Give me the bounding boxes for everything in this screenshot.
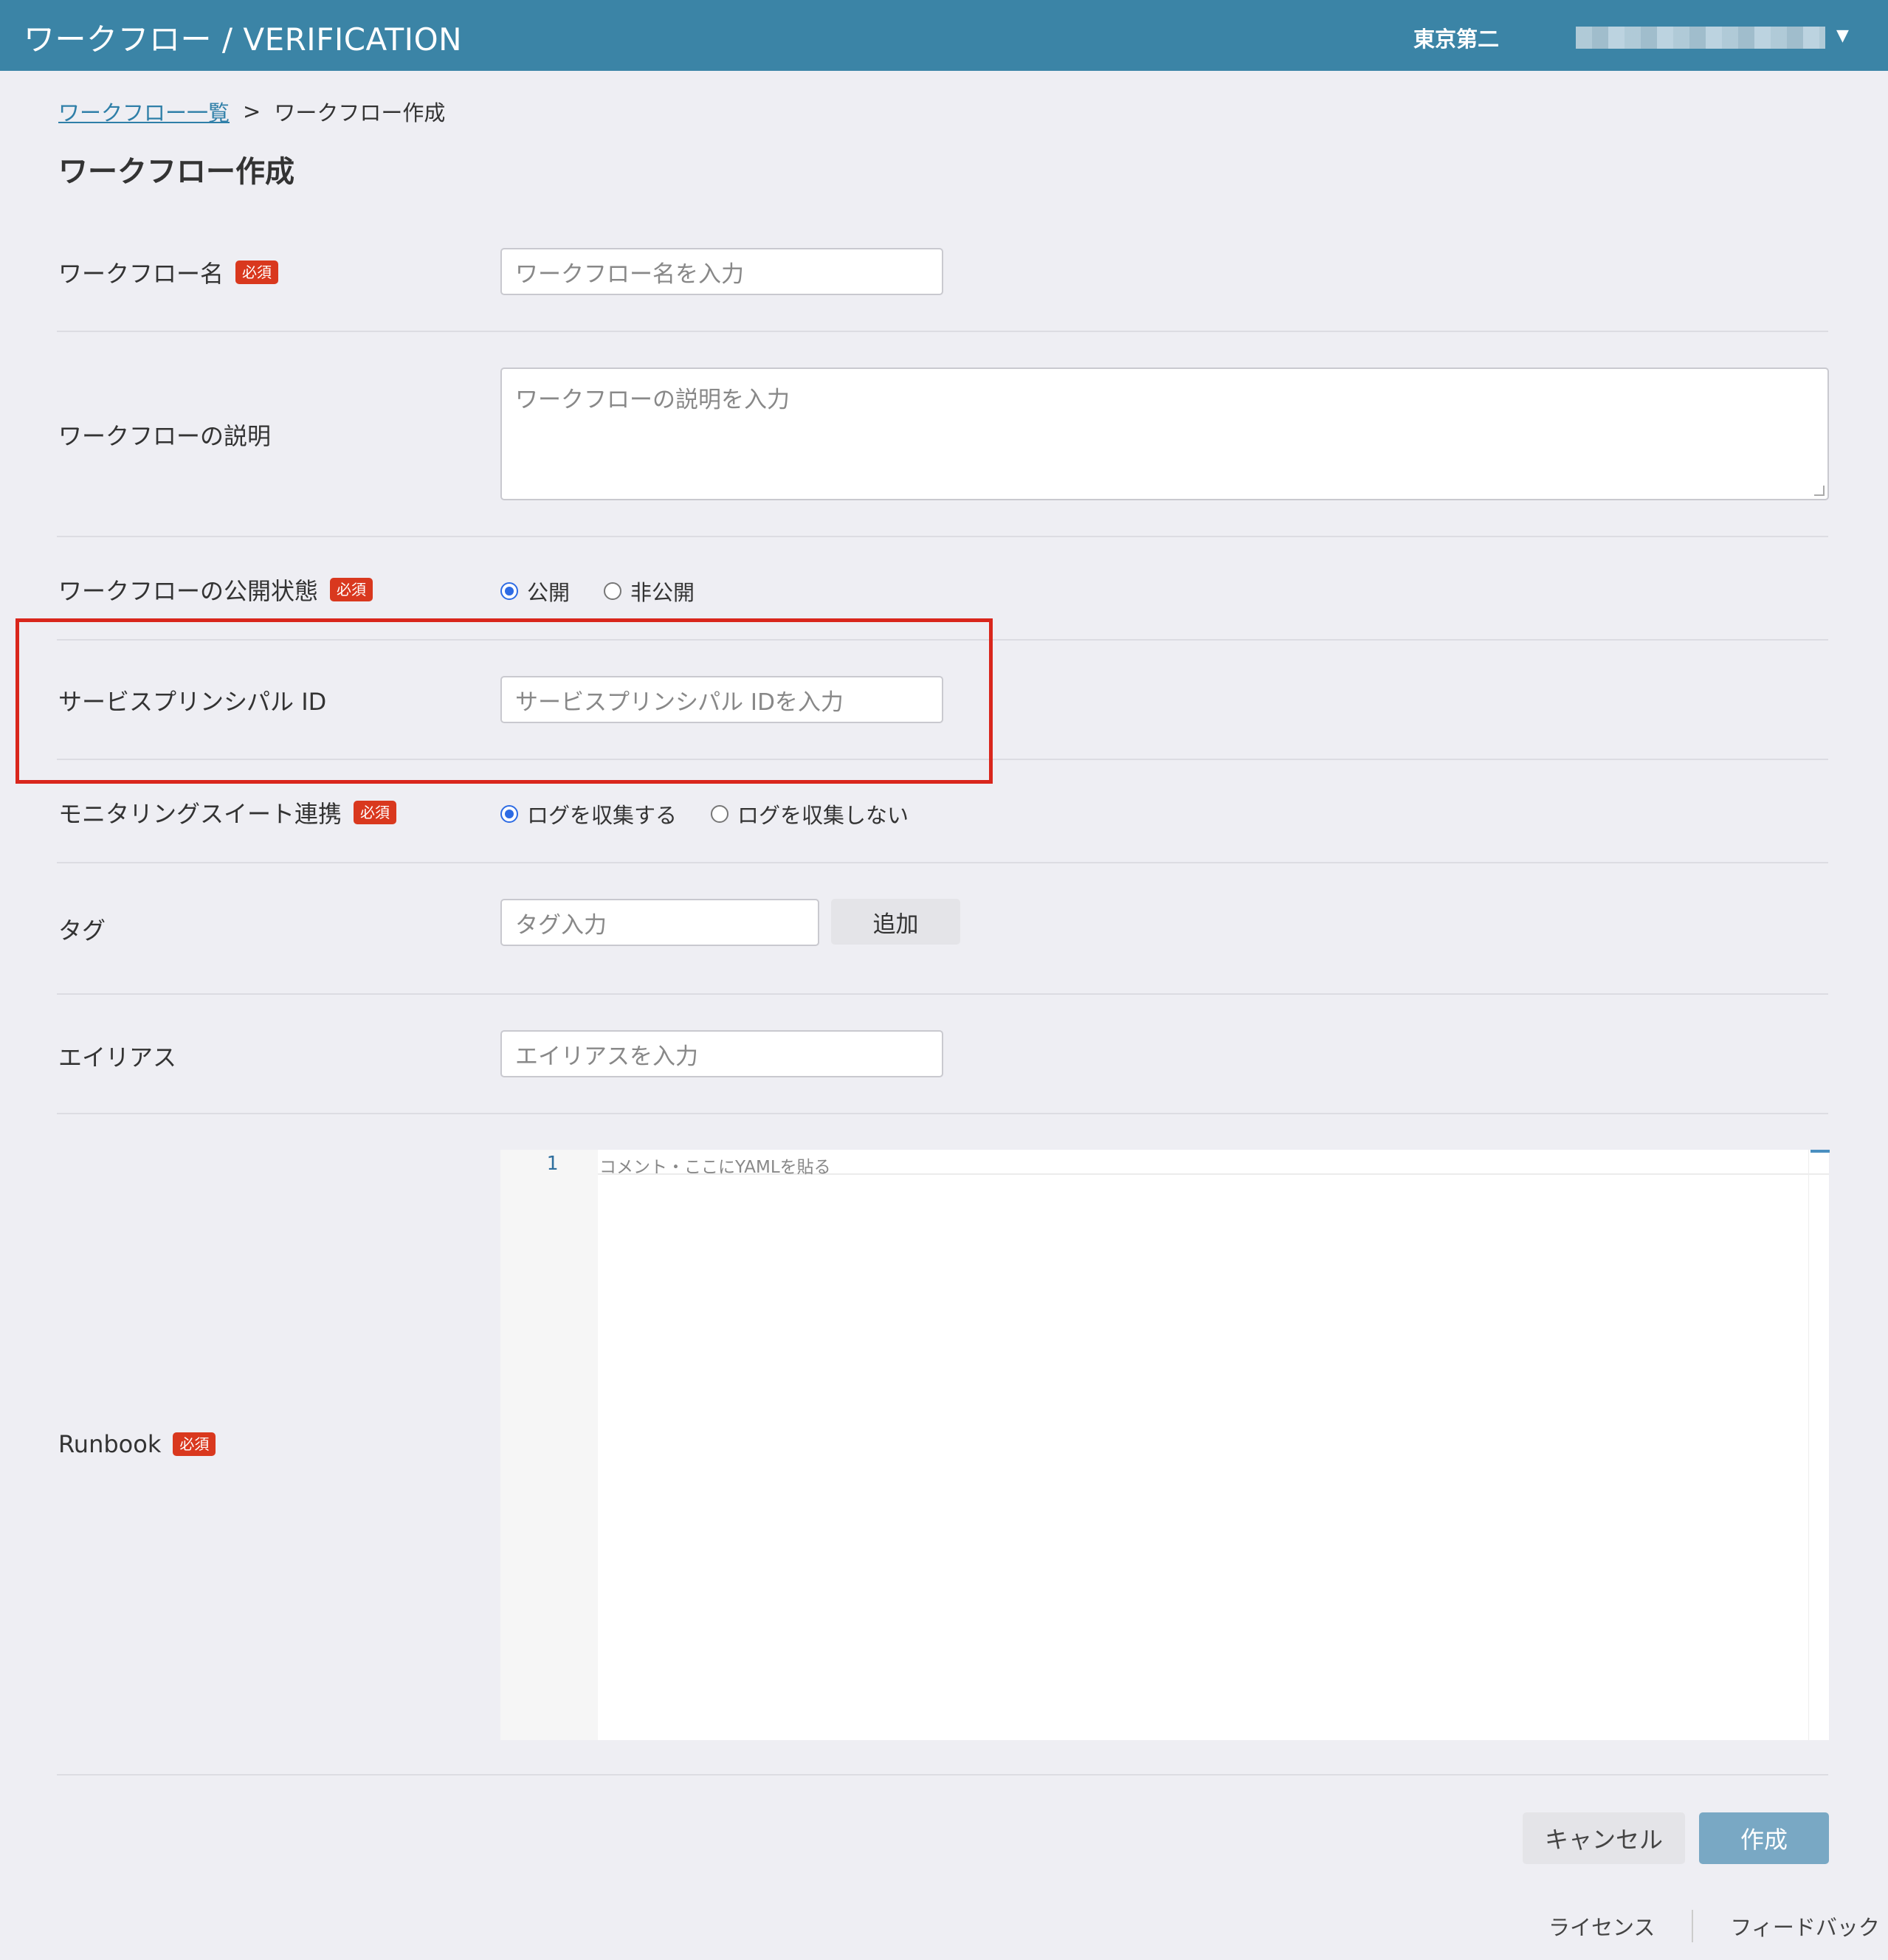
- user-menu-blurred[interactable]: [1576, 27, 1825, 49]
- required-badge: 必須: [173, 1432, 216, 1456]
- scrollbar-thumb[interactable]: [1811, 1150, 1830, 1153]
- app-title: ワークフロー / VERIFICATION: [24, 21, 463, 58]
- monitoring-option-no-collect-label: ログを収集しない: [737, 803, 909, 828]
- monitoring-option-collect-label: ログを収集する: [527, 803, 678, 828]
- radio-unchecked-icon[interactable]: [604, 582, 622, 600]
- monitoring-option-collect[interactable]: ログを収集する: [500, 798, 677, 829]
- divider: [57, 993, 1828, 995]
- divider: [57, 862, 1828, 863]
- divider: [57, 536, 1828, 537]
- footer-links: ライセンス フィードバック: [1548, 1910, 1880, 1942]
- top-header: ワークフロー / VERIFICATION 東京第二 ▼: [0, 0, 1888, 71]
- divider: [57, 1113, 1828, 1114]
- visibility-option-public[interactable]: 公開: [500, 576, 570, 607]
- alias-label: エイリアス: [58, 1039, 176, 1073]
- required-badge: 必須: [235, 260, 279, 284]
- tags-label: タグ: [58, 912, 106, 946]
- monitoring-label: モニタリングスイート連携 必須: [58, 796, 397, 829]
- editor-placeholder: コメント・ここにYAMLを貼る: [599, 1158, 831, 1177]
- required-badge: 必須: [354, 801, 397, 824]
- runbook-yaml-editor[interactable]: 1 コメント・ここにYAMLを貼る: [500, 1150, 1830, 1740]
- resize-handle-icon[interactable]: [1814, 486, 1825, 496]
- workflow-name-input[interactable]: ワークフロー名を入力: [500, 248, 943, 295]
- breadcrumb: ワークフロー一覧 > ワークフロー作成: [58, 96, 445, 127]
- radio-unchecked-icon[interactable]: [711, 805, 729, 823]
- breadcrumb-workflow-list-link[interactable]: ワークフロー一覧: [58, 96, 230, 127]
- workflow-name-label-text: ワークフロー名: [58, 260, 224, 288]
- monitoring-label-text: モニタリングスイート連携: [58, 800, 342, 828]
- visibility-label-text: ワークフローの公開状態: [58, 577, 319, 605]
- region-label: 東京第二: [1413, 27, 1500, 52]
- page-title: ワークフロー作成: [58, 155, 294, 189]
- breadcrumb-current: ワークフロー作成: [274, 100, 446, 125]
- footer-separator: [1692, 1910, 1694, 1942]
- visibility-option-private-label: 非公開: [630, 580, 695, 605]
- divider: [57, 331, 1828, 332]
- radio-checked-icon[interactable]: [500, 582, 518, 600]
- required-badge: 必須: [330, 578, 373, 601]
- tags-label-text: タグ: [58, 917, 106, 945]
- alias-input[interactable]: エイリアスを入力: [500, 1030, 943, 1077]
- radio-checked-icon[interactable]: [500, 805, 518, 823]
- chevron-down-icon[interactable]: ▼: [1836, 27, 1849, 45]
- visibility-label: ワークフローの公開状態 必須: [58, 573, 373, 607]
- editor-scrollbar[interactable]: [1808, 1150, 1830, 1740]
- visibility-option-public-label: 公開: [527, 580, 571, 605]
- create-button[interactable]: 作成: [1699, 1812, 1829, 1864]
- divider: [57, 1774, 1828, 1776]
- workflow-description-placeholder: ワークフローの説明を入力: [515, 387, 790, 413]
- workflow-description-textarea[interactable]: ワークフローの説明を入力: [500, 368, 1829, 500]
- add-tag-button[interactable]: 追加: [831, 899, 960, 945]
- editor-gutter: 1: [500, 1150, 598, 1740]
- feedback-link[interactable]: フィードバック: [1730, 1911, 1879, 1942]
- runbook-label: Runbook 必須: [58, 1430, 216, 1458]
- monitoring-radio-group: ログを収集する ログを収集しない: [500, 798, 931, 829]
- breadcrumb-separator: >: [243, 99, 261, 124]
- visibility-option-private[interactable]: 非公開: [604, 576, 695, 607]
- highlight-box: [15, 618, 993, 784]
- runbook-label-text: Runbook: [58, 1430, 162, 1458]
- workflow-name-label: ワークフロー名 必須: [58, 255, 279, 289]
- visibility-radio-group: 公開 非公開: [500, 576, 717, 607]
- workflow-description-label: ワークフローの説明: [58, 418, 271, 452]
- monitoring-option-no-collect[interactable]: ログを収集しない: [711, 798, 909, 829]
- line-number: 1: [546, 1153, 558, 1175]
- tag-input[interactable]: タグ入力: [500, 899, 819, 946]
- alias-label-text: エイリアス: [58, 1043, 177, 1072]
- license-link[interactable]: ライセンス: [1548, 1911, 1655, 1942]
- workflow-description-label-text: ワークフローの説明: [58, 422, 272, 450]
- cancel-button[interactable]: キャンセル: [1523, 1812, 1685, 1864]
